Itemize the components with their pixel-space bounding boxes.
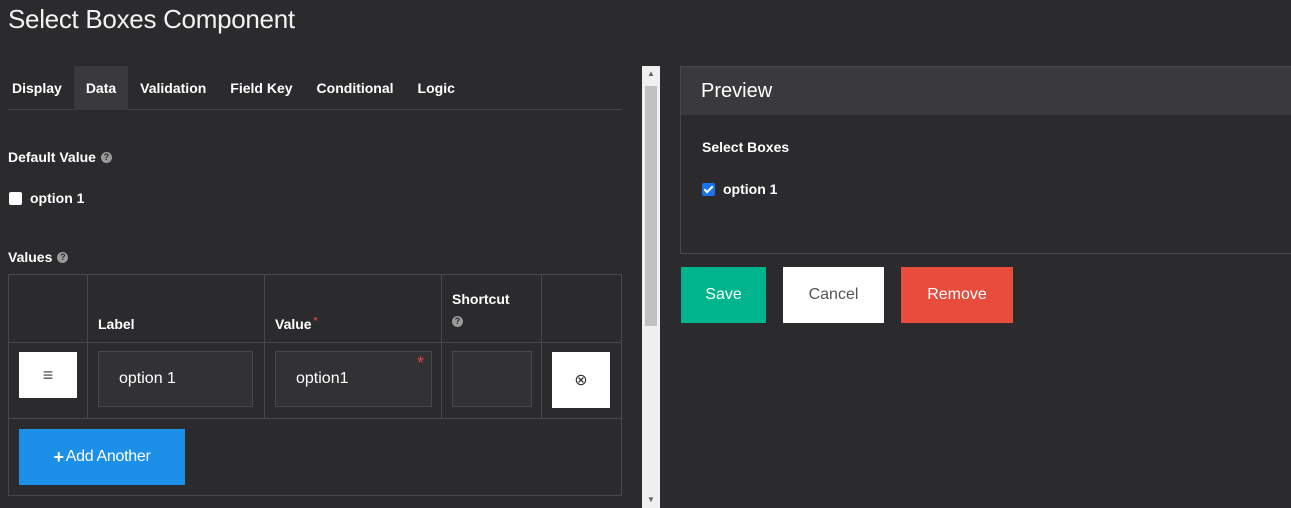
option-shortcut-input[interactable]	[452, 351, 532, 407]
values-table-footer: + Add Another	[9, 419, 621, 495]
drag-cell: ≡	[9, 343, 88, 418]
question-circle-icon[interactable]: ?	[452, 316, 463, 327]
header-drag-col	[9, 275, 88, 342]
add-another-label: Add Another	[65, 448, 151, 465]
header-shortcut-col: Shortcut ?	[442, 275, 542, 342]
cancel-button[interactable]: Cancel	[783, 267, 884, 323]
preview-option[interactable]: option 1	[702, 181, 777, 197]
table-row: ≡ option 1 option1 * ⊗	[9, 343, 621, 419]
preview-option-1-checkbox[interactable]	[702, 182, 715, 196]
header-value-col: Value *	[265, 275, 442, 342]
values-table-header: Label Value * Shortcut ?	[9, 275, 621, 343]
column-value-header: Value *	[275, 316, 318, 332]
settings-tabs: Display Data Validation Field Key Condit…	[8, 66, 622, 110]
tab-display[interactable]: Display	[8, 66, 74, 110]
add-another-button[interactable]: + Add Another	[19, 429, 185, 485]
required-marker: *	[417, 353, 425, 373]
page-title: Select Boxes Component	[8, 4, 295, 34]
default-option-1-label: option 1	[30, 190, 85, 206]
scroll-down-arrow-icon[interactable]: ▼	[642, 492, 660, 508]
preview-heading: Preview	[681, 67, 1291, 115]
default-value-option[interactable]: option 1	[9, 190, 84, 206]
question-circle-icon[interactable]: ?	[57, 251, 69, 263]
shortcut-cell	[442, 343, 542, 418]
required-marker: *	[313, 316, 318, 327]
tab-data[interactable]: Data	[73, 66, 129, 110]
value-cell: option1 *	[265, 343, 442, 418]
tab-logic[interactable]: Logic	[406, 66, 467, 110]
remove-cell: ⊗	[542, 343, 621, 418]
column-shortcut-header: Shortcut ?	[452, 291, 510, 327]
option-value-input[interactable]: option1	[275, 351, 432, 407]
default-option-1-checkbox[interactable]	[9, 191, 22, 205]
default-value-label: Default Value ?	[8, 149, 112, 165]
scroll-up-arrow-icon[interactable]: ▲	[642, 66, 660, 82]
default-value-label-text: Default Value	[8, 149, 96, 165]
remove-button[interactable]: Remove	[901, 267, 1013, 323]
tab-conditional[interactable]: Conditional	[305, 66, 406, 110]
question-circle-icon[interactable]: ?	[100, 151, 112, 163]
preview-option-1-label: option 1	[723, 181, 778, 197]
values-table: Label Value * Shortcut ? ≡ option 1 optio…	[8, 274, 622, 496]
header-label-col: Label	[88, 275, 265, 342]
values-label: Values ?	[8, 249, 69, 265]
tab-validation[interactable]: Validation	[128, 66, 218, 110]
tab-field-key[interactable]: Field Key	[218, 66, 304, 110]
preview-field-label: Select Boxes	[702, 139, 790, 155]
column-label-header: Label	[98, 316, 135, 332]
plus-icon: +	[53, 446, 65, 467]
remove-row-icon[interactable]: ⊗	[552, 352, 610, 408]
settings-scrollbar[interactable]: ▲ ▼	[642, 66, 660, 508]
header-remove-col	[542, 275, 621, 342]
save-button[interactable]: Save	[681, 267, 766, 323]
values-label-text: Values	[8, 249, 53, 265]
drag-handle-icon[interactable]: ≡	[19, 352, 77, 398]
scroll-thumb[interactable]	[645, 86, 657, 326]
label-cell: option 1	[88, 343, 265, 418]
option-label-input[interactable]: option 1	[98, 351, 253, 407]
preview-panel: Preview Select Boxes option 1	[680, 66, 1291, 254]
